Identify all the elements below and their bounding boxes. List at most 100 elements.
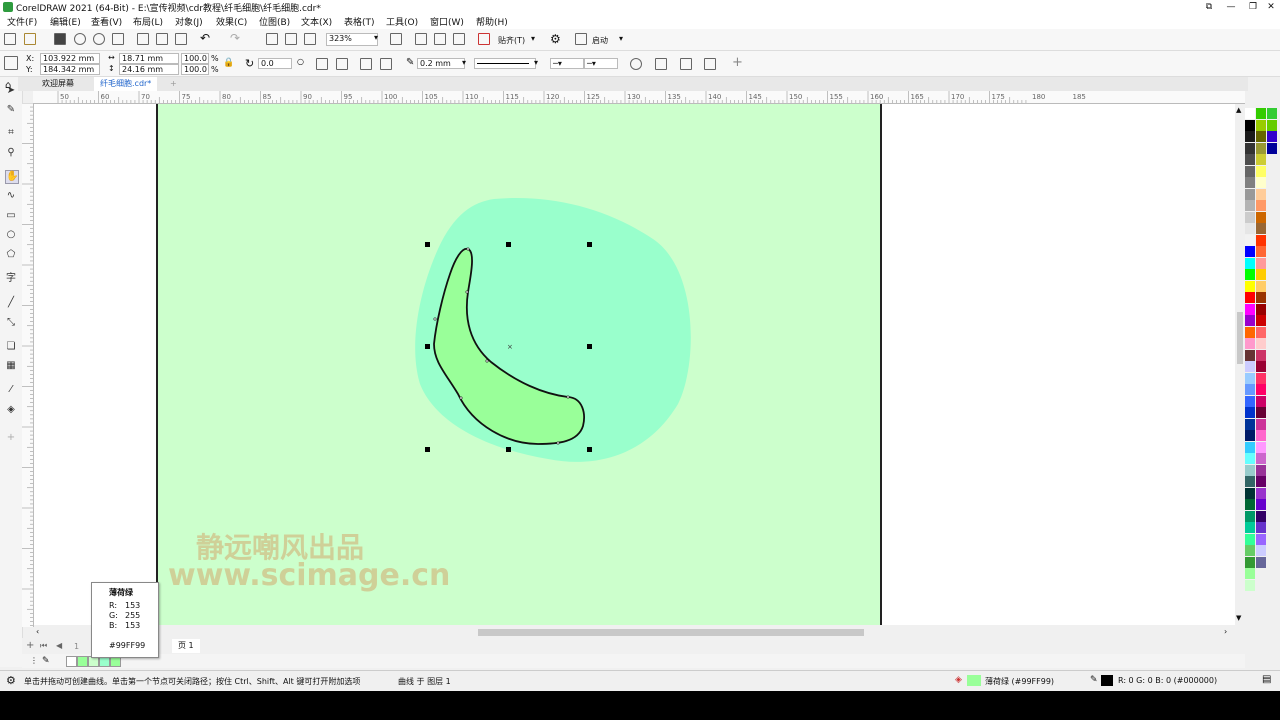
palette-swatch[interactable] (1245, 303, 1255, 315)
palette-swatch[interactable] (1245, 165, 1255, 177)
menu-file[interactable]: 文件(F) (7, 15, 37, 28)
start-arrow-field[interactable]: ─▾ (550, 58, 584, 69)
options-gear-icon[interactable]: ⚙ (550, 32, 561, 46)
export-icon[interactable] (285, 33, 297, 45)
selection-handle-mr[interactable] (587, 344, 592, 349)
close-curve-icon[interactable] (360, 58, 372, 70)
launch-label[interactable]: 启动 (592, 35, 608, 46)
pan-tool-icon[interactable]: ✋ (5, 170, 19, 184)
palette-swatch[interactable] (1245, 568, 1255, 579)
text-tool-icon[interactable]: 字 (5, 273, 17, 285)
palette-swatch[interactable] (1245, 292, 1255, 303)
palette-swatch[interactable] (1256, 200, 1266, 211)
line-style-field[interactable] (474, 58, 536, 69)
palette-swatch[interactable] (1245, 315, 1255, 326)
menu-table[interactable]: 表格(T) (344, 15, 375, 28)
curve-node[interactable] (566, 395, 570, 399)
scale-width-field[interactable]: 100.0 (181, 53, 209, 64)
menu-layout[interactable]: 布局(L) (133, 15, 163, 28)
palette-swatch[interactable] (1256, 430, 1266, 441)
palette-swatch[interactable] (1256, 177, 1266, 188)
first-page-icon[interactable]: ⏮ (40, 641, 47, 651)
zoom-level-field[interactable]: 323% (326, 33, 378, 46)
publish-pdf-icon[interactable] (304, 33, 316, 45)
palette-swatch[interactable] (1245, 464, 1255, 476)
lock-ratio-icon[interactable]: 🔒 (223, 58, 234, 68)
save-icon[interactable] (54, 33, 66, 45)
launch-icon[interactable] (575, 33, 587, 45)
palette-swatch[interactable] (1256, 349, 1266, 361)
palette-swatch[interactable] (1245, 280, 1255, 292)
document-palette-eyedropper-icon[interactable]: ✎ (42, 656, 50, 666)
palette-swatch[interactable] (1245, 510, 1255, 522)
palette-swatch[interactable] (1256, 372, 1266, 384)
horizontal-scroll-thumb[interactable] (478, 629, 864, 636)
align-icon[interactable] (704, 58, 716, 70)
line-style-dropdown-icon[interactable]: ▾ (534, 58, 538, 67)
curve-node[interactable] (485, 359, 489, 363)
polygon-tool-icon[interactable]: ⬠ (5, 249, 17, 261)
wrap-text-icon[interactable] (655, 58, 667, 70)
swatch-none[interactable] (66, 656, 77, 667)
cloud-download-icon[interactable] (93, 33, 105, 45)
fill-tool-icon[interactable]: ◈ (5, 404, 17, 416)
palette-swatch[interactable] (1256, 533, 1266, 545)
width-field[interactable]: 18.71 mm (119, 53, 179, 64)
status-options-icon[interactable]: ▤ (1262, 674, 1271, 685)
palette-swatch[interactable] (1267, 131, 1277, 142)
selection-handle-ml[interactable] (425, 344, 430, 349)
add-icon[interactable]: + (732, 55, 743, 70)
palette-swatch[interactable] (1245, 108, 1255, 119)
mirror-horizontal-icon[interactable] (316, 58, 328, 70)
palette-swatch[interactable] (1245, 418, 1255, 430)
palette-swatch[interactable] (1245, 372, 1255, 384)
previous-page-icon[interactable]: ◀ (56, 641, 62, 650)
scroll-up-icon[interactable]: ▲ (1236, 106, 1241, 114)
palette-swatch[interactable] (1256, 453, 1266, 464)
shadow-tool-icon[interactable]: ❏ (5, 341, 17, 353)
close-path-icon[interactable] (630, 58, 642, 70)
palette-swatch[interactable] (1245, 234, 1255, 246)
palette-swatch[interactable] (1245, 200, 1255, 211)
palette-swatch[interactable] (1245, 395, 1255, 407)
menu-effects[interactable]: 效果(C) (216, 15, 247, 28)
palette-swatch[interactable] (1256, 234, 1266, 246)
document-palette-settings-icon[interactable]: ⋮ (30, 656, 38, 665)
zoom-dropdown-icon[interactable]: ▾ (374, 33, 378, 42)
menu-edit[interactable]: 编辑(E) (50, 15, 81, 28)
palette-swatch[interactable] (1245, 223, 1255, 234)
palette-swatch[interactable] (1245, 326, 1255, 338)
palette-swatch[interactable] (1256, 188, 1266, 200)
palette-swatch[interactable] (1256, 384, 1266, 395)
horizontal-ruler[interactable]: 50 60 70 75 80 85 90 95 100 105 110 115 120 125 130 135… (33, 91, 1245, 104)
palette-swatch[interactable] (1256, 223, 1266, 234)
palette-swatch[interactable] (1245, 246, 1255, 257)
palette-swatch[interactable] (1256, 257, 1266, 269)
menu-help[interactable]: 帮助(H) (476, 15, 508, 28)
y-position-field[interactable]: 184.342 mm (40, 64, 100, 75)
horizontal-scrollbar[interactable]: ‹ › (34, 626, 1235, 638)
curve-node[interactable] (556, 441, 560, 445)
minimize-button[interactable]: — (1222, 0, 1240, 14)
new-tab-icon[interactable]: + (164, 77, 183, 91)
palette-swatch[interactable] (1256, 487, 1266, 499)
zoom-tool-icon[interactable]: ⚲ (5, 147, 17, 159)
selection-handle-br[interactable] (587, 447, 592, 452)
end-arrow-field[interactable]: ─▾ (584, 58, 618, 69)
palette-swatch[interactable] (1256, 246, 1266, 257)
palette-swatch[interactable] (1245, 407, 1255, 418)
palette-swatch[interactable] (1256, 556, 1266, 568)
palette-swatch[interactable] (1245, 487, 1255, 499)
palette-swatch[interactable] (1245, 142, 1255, 154)
page-tab-1[interactable]: 页 1 (172, 639, 200, 653)
fill-color-swatch[interactable] (967, 675, 981, 686)
palette-swatch[interactable] (1256, 418, 1266, 430)
palette-swatch[interactable] (1245, 154, 1255, 165)
print-icon[interactable] (112, 33, 124, 45)
palette-swatch[interactable] (1267, 108, 1277, 119)
scroll-down-icon[interactable]: ▼ (1236, 614, 1241, 622)
palette-swatch[interactable] (1245, 522, 1255, 533)
rotation-field[interactable]: 0.0 (258, 58, 292, 69)
center-marker[interactable]: × (507, 343, 513, 351)
palette-swatch[interactable] (1256, 303, 1266, 315)
